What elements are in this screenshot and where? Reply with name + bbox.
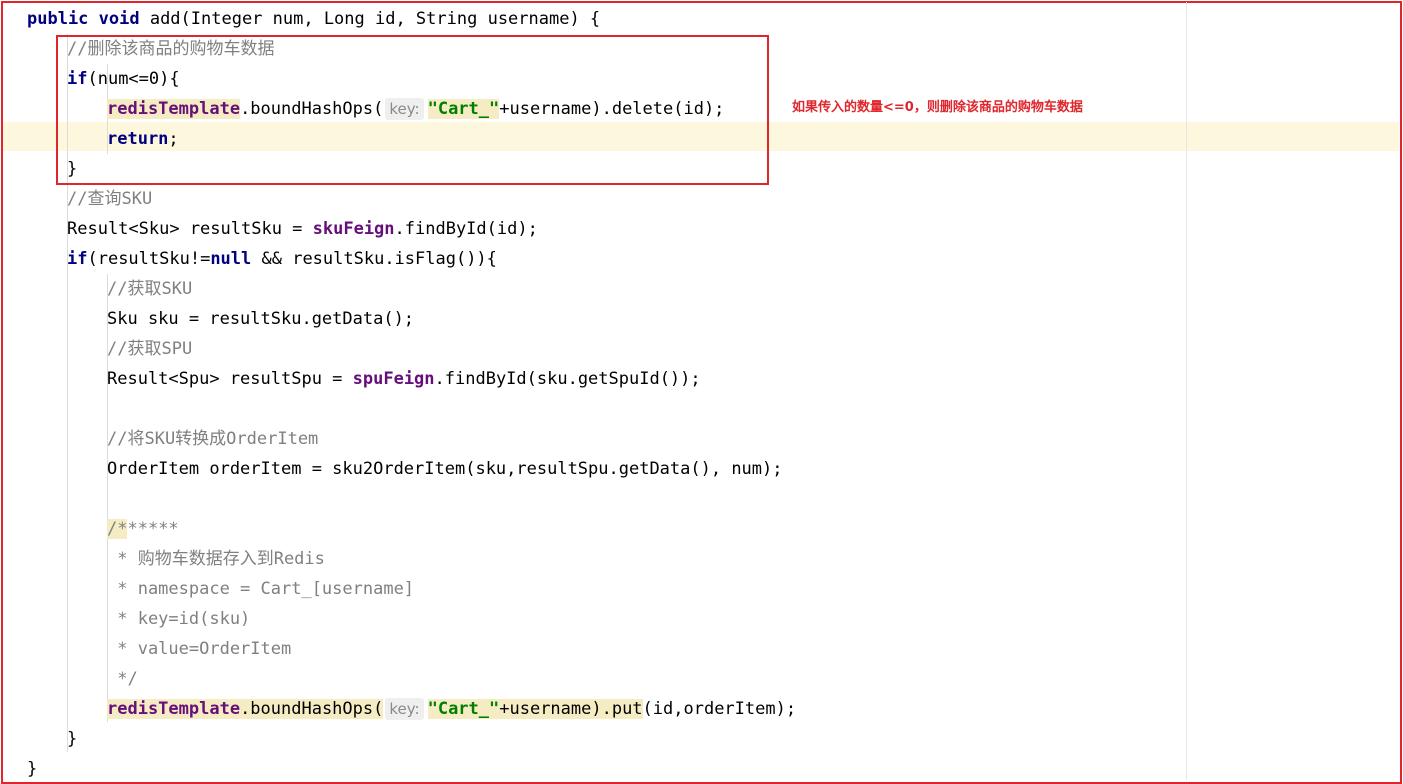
code-token: redisTemplate bbox=[107, 699, 241, 719]
code-line[interactable]: Sku sku = resultSku.getData(); bbox=[107, 304, 414, 334]
code-line[interactable]: //查询SKU bbox=[67, 184, 152, 214]
code-line[interactable]: if(resultSku!=null && resultSku.isFlag()… bbox=[67, 244, 497, 274]
code-line[interactable]: Result<Spu> resultSpu = spuFeign.findByI… bbox=[107, 364, 701, 394]
code-token: */ bbox=[107, 669, 138, 689]
code-token: } bbox=[27, 759, 38, 779]
code-token: && resultSku.isFlag()){ bbox=[251, 249, 497, 269]
code-token: /* bbox=[107, 519, 128, 539]
code-token: "Cart_" bbox=[427, 699, 500, 719]
code-token: skuFeign bbox=[312, 219, 395, 239]
code-token: +username).put bbox=[499, 699, 643, 719]
code-token: Sku sku = resultSku.getData(); bbox=[107, 309, 415, 329]
code-token: Result<Sku> resultSku = bbox=[67, 219, 313, 239]
code-token: //获取SPU bbox=[107, 339, 193, 359]
code-line[interactable]: OrderItem orderItem = sku2OrderItem(sku,… bbox=[107, 454, 783, 484]
annotation-note: 如果传入的数量<=0，则删除该商品的购物车数据 bbox=[792, 100, 1083, 115]
code-token: OrderItem orderItem = sku2OrderItem(sku,… bbox=[107, 459, 783, 479]
highlight-box bbox=[56, 35, 769, 185]
code-line[interactable]: Result<Sku> resultSku = skuFeign.findByI… bbox=[67, 214, 538, 244]
right-margin-guide bbox=[1186, 2, 1187, 780]
code-token: } bbox=[67, 729, 78, 749]
code-token: //查询SKU bbox=[67, 189, 153, 209]
code-token: if bbox=[67, 249, 88, 269]
code-token: (resultSku!= bbox=[87, 249, 211, 269]
code-line[interactable]: * value=OrderItem bbox=[107, 634, 291, 664]
code-token: .findById(id); bbox=[394, 219, 538, 239]
code-line[interactable]: public void add(Integer num, Long id, St… bbox=[27, 4, 600, 34]
code-line[interactable]: /****** bbox=[107, 514, 179, 544]
code-line[interactable]: //获取SPU bbox=[107, 334, 192, 364]
code-line[interactable]: */ bbox=[107, 664, 138, 694]
code-token: spuFeign bbox=[352, 369, 435, 389]
code-token: * 购物车数据存入到Redis bbox=[107, 549, 325, 569]
code-token: null bbox=[210, 249, 252, 269]
code-line[interactable]: } bbox=[67, 724, 77, 754]
parameter-hint: key: bbox=[385, 698, 424, 720]
code-token: * key=id(sku) bbox=[107, 609, 251, 629]
code-token: .findById(sku.getSpuId()); bbox=[434, 369, 701, 389]
code-token: Result<Spu> resultSpu = bbox=[107, 369, 353, 389]
code-token: ***** bbox=[127, 519, 179, 539]
code-token: (id,orderItem); bbox=[642, 699, 797, 719]
code-line[interactable]: } bbox=[27, 754, 37, 784]
code-token: add(Integer num, Long id, String usernam… bbox=[139, 9, 601, 29]
code-line[interactable]: redisTemplate.boundHashOps(key: "Cart_"+u… bbox=[107, 694, 796, 724]
code-line[interactable]: * key=id(sku) bbox=[107, 604, 250, 634]
code-token: //获取SKU bbox=[107, 279, 193, 299]
code-line[interactable]: //将SKU转换成OrderItem bbox=[107, 424, 318, 454]
code-token: public void bbox=[27, 9, 140, 29]
code-line[interactable]: * namespace = Cart_[username] bbox=[107, 574, 414, 604]
code-token: //将SKU转换成OrderItem bbox=[107, 429, 319, 449]
code-token: * namespace = Cart_[username] bbox=[107, 579, 415, 599]
code-line[interactable]: //获取SKU bbox=[107, 274, 192, 304]
code-token: * value=OrderItem bbox=[107, 639, 292, 659]
code-line[interactable]: * 购物车数据存入到Redis bbox=[107, 544, 325, 574]
code-token: .boundHashOps( bbox=[240, 699, 384, 719]
